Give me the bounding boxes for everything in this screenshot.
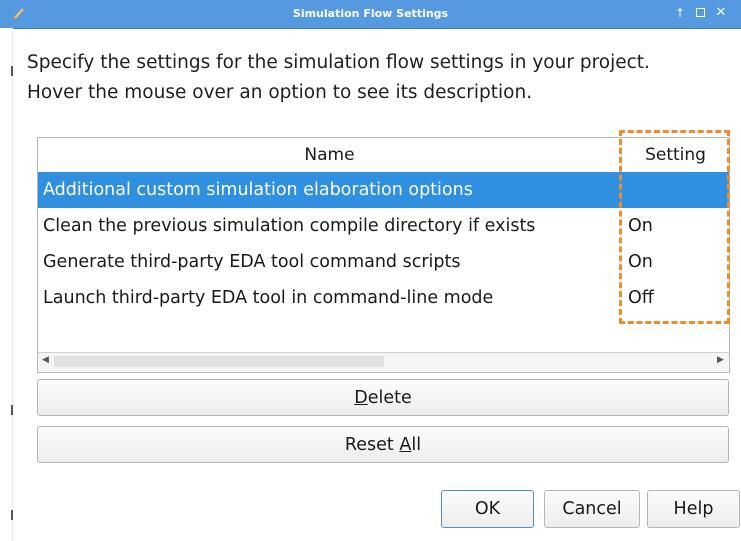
title-bar[interactable]: Simulation Flow Settings ↑ ✕ [0, 0, 741, 29]
reset-all-button[interactable]: Reset All [37, 426, 729, 463]
close-icon[interactable]: ✕ [713, 5, 729, 21]
description-line-2: Hover the mouse over an option to see it… [27, 82, 533, 103]
settings-table[interactable]: Name Setting Additional custom simulatio… [37, 137, 730, 373]
row-setting[interactable]: On [628, 208, 653, 244]
row-name: Generate third-party EDA tool command sc… [43, 252, 461, 272]
table-row[interactable]: Generate third-party EDA tool command sc… [38, 244, 729, 280]
table-row[interactable]: Launch third-party EDA tool in command-l… [38, 280, 729, 316]
maximize-icon[interactable] [692, 5, 708, 21]
window-left-edge [0, 28, 13, 541]
scroll-left-icon[interactable]: ◀ [42, 355, 49, 365]
edge-marker [11, 510, 13, 520]
delete-button[interactable]: Delete [37, 379, 729, 416]
table-row[interactable]: Additional custom simulation elaboration… [38, 172, 729, 208]
table-row[interactable]: Clean the previous simulation compile di… [38, 208, 729, 244]
row-setting[interactable]: On [628, 244, 653, 280]
column-header-name[interactable]: Name [38, 138, 622, 172]
description-line-1: Specify the settings for the simulation … [27, 52, 650, 73]
scrollbar-thumb[interactable] [54, 356, 384, 367]
help-button[interactable]: Help [647, 490, 740, 528]
window-title: Simulation Flow Settings [292, 7, 449, 20]
table-header: Name Setting [38, 138, 729, 172]
edge-marker [11, 66, 13, 76]
ok-button[interactable]: OK [441, 490, 534, 528]
row-name: Additional custom simulation elaboration… [43, 180, 473, 200]
keep-above-icon[interactable]: ↑ [672, 5, 688, 21]
edge-marker [11, 405, 13, 415]
cancel-button[interactable]: Cancel [544, 490, 640, 528]
row-name: Clean the previous simulation compile di… [43, 216, 536, 236]
scroll-right-icon[interactable]: ▶ [717, 355, 724, 365]
reset-all-mnemonic: A [399, 435, 412, 455]
horizontal-scrollbar[interactable]: ◀ ▶ [38, 352, 729, 371]
column-header-setting[interactable]: Setting [622, 138, 729, 172]
dialog-description: Specify the settings for the simulation … [27, 48, 727, 108]
row-name: Launch third-party EDA tool in command-l… [43, 288, 494, 308]
delete-mnemonic: D [354, 388, 368, 408]
row-setting[interactable]: Off [628, 280, 654, 316]
